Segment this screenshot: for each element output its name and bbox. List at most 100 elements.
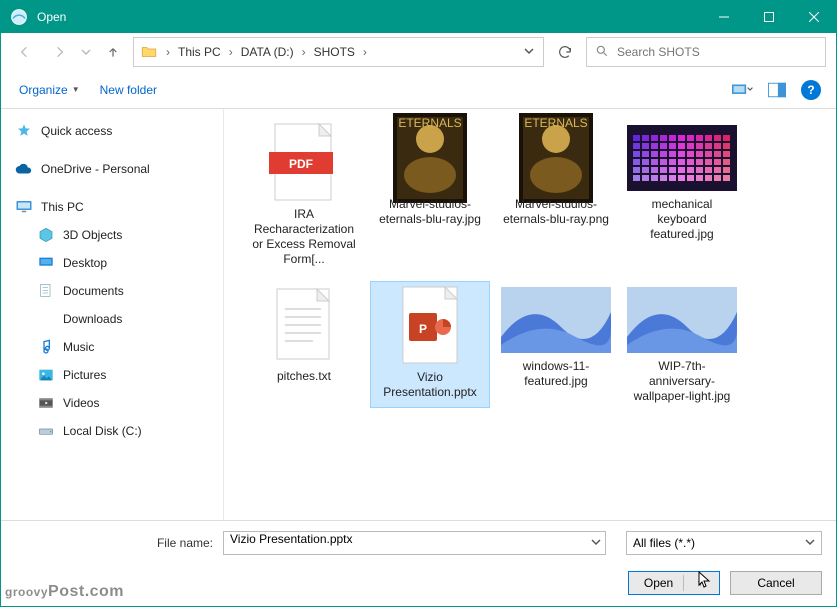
maximize-button[interactable]: [746, 1, 791, 33]
file-item[interactable]: pitches.txt: [244, 281, 364, 408]
sidebar-label: OneDrive - Personal: [41, 162, 150, 176]
chevron-right-icon[interactable]: ›: [227, 45, 235, 59]
sidebar-item-documents[interactable]: Documents: [1, 277, 223, 305]
nav-row: › This PC › DATA (D:) › SHOTS ›: [1, 33, 836, 71]
file-name: windows-11-featured.jpg: [500, 359, 612, 389]
file-list[interactable]: PDF IRA Recharacterization or Excess Remo…: [223, 109, 836, 520]
chevron-right-icon[interactable]: ›: [300, 45, 308, 59]
documents-icon: [37, 282, 55, 300]
file-name: IRA Recharacterization or Excess Removal…: [248, 207, 360, 267]
file-name: Marvel-studios-eternals-blu-ray.png: [500, 197, 612, 227]
up-button[interactable]: [99, 38, 127, 66]
chevron-down-icon[interactable]: [591, 536, 601, 550]
file-item[interactable]: ETERNALS Marvel-studios-eternals-blu-ray.…: [370, 119, 490, 271]
svg-text:ETERNALS: ETERNALS: [398, 116, 461, 130]
view-button[interactable]: [730, 77, 756, 103]
sidebar-label: Pictures: [63, 368, 106, 382]
svg-text:PDF: PDF: [289, 157, 313, 171]
folder-icon: [138, 41, 160, 63]
dialog-title: Open: [37, 10, 701, 24]
search-input[interactable]: [617, 45, 817, 59]
file-name: WIP-7th-anniversary-wallpaper-light.jpg: [626, 359, 738, 404]
filename-value: Vizio Presentation.pptx: [230, 532, 353, 546]
file-item[interactable]: mechanical keyboard featured.jpg: [622, 119, 742, 271]
open-dialog: Open › This PC › DATA (D:) › SHOTS ›: [0, 0, 837, 607]
sidebar-item-onedrive[interactable]: OneDrive - Personal: [1, 155, 223, 183]
sidebar-item-pictures[interactable]: Pictures: [1, 361, 223, 389]
cancel-button[interactable]: Cancel: [730, 571, 822, 595]
sidebar-label: 3D Objects: [63, 228, 122, 242]
sidebar-item-3d-objects[interactable]: 3D Objects: [1, 221, 223, 249]
sidebar-label: Videos: [63, 396, 99, 410]
chevron-right-icon[interactable]: ›: [361, 45, 369, 59]
dialog-body: Quick access OneDrive - Personal This PC…: [1, 109, 836, 520]
sidebar-label: Local Disk (C:): [63, 424, 142, 438]
sidebar-item-downloads[interactable]: Downloads: [1, 305, 223, 333]
sidebar-item-this-pc[interactable]: This PC: [1, 193, 223, 221]
file-item[interactable]: PVizio Presentation.pptx: [370, 281, 490, 408]
filename-combobox[interactable]: Vizio Presentation.pptx: [223, 531, 606, 555]
file-type-filter[interactable]: All files (*.*): [626, 531, 822, 555]
new-folder-label: New folder: [100, 83, 157, 97]
organize-button[interactable]: Organize ▼: [13, 79, 86, 101]
file-name: Marvel-studios-eternals-blu-ray.jpg: [374, 197, 486, 227]
file-name: mechanical keyboard featured.jpg: [626, 197, 738, 242]
back-button[interactable]: [11, 38, 39, 66]
videos-icon: [37, 394, 55, 412]
sidebar-item-quick-access[interactable]: Quick access: [1, 117, 223, 145]
sidebar-item-videos[interactable]: Videos: [1, 389, 223, 417]
svg-text:P: P: [419, 322, 427, 336]
breadcrumb-item[interactable]: SHOTS: [308, 45, 361, 59]
sidebar-item-local-disk-c[interactable]: Local Disk (C:): [1, 417, 223, 445]
breadcrumb-item[interactable]: This PC: [172, 45, 227, 59]
sidebar-label: Quick access: [41, 124, 112, 138]
refresh-button[interactable]: [550, 38, 580, 66]
search-icon: [595, 44, 609, 61]
app-icon: [9, 7, 29, 27]
file-item[interactable]: WIP-7th-anniversary-wallpaper-light.jpg: [622, 281, 742, 408]
sidebar-label: This PC: [41, 200, 84, 214]
file-item[interactable]: PDF IRA Recharacterization or Excess Remo…: [244, 119, 364, 271]
new-folder-button[interactable]: New folder: [94, 79, 163, 101]
cloud-icon: [15, 160, 33, 178]
recent-locations-button[interactable]: [79, 38, 93, 66]
file-name: pitches.txt: [277, 369, 331, 384]
cube-icon: [37, 226, 55, 244]
cancel-label: Cancel: [757, 576, 794, 590]
organize-label: Organize: [19, 83, 68, 97]
file-item[interactable]: ETERNALS Marvel-studios-eternals-blu-ray.…: [496, 119, 616, 271]
sidebar-label: Downloads: [63, 312, 122, 326]
search-box[interactable]: [586, 37, 826, 67]
sidebar-label: Desktop: [63, 256, 107, 270]
file-item[interactable]: windows-11-featured.jpg: [496, 281, 616, 408]
minimize-button[interactable]: [701, 1, 746, 33]
open-label: Open: [644, 576, 673, 590]
filter-value: All files (*.*): [633, 536, 695, 550]
cursor-icon: [698, 571, 712, 592]
breadcrumb-dropdown[interactable]: [519, 45, 539, 59]
sidebar-item-music[interactable]: Music: [1, 333, 223, 361]
desktop-icon: [37, 254, 55, 272]
breadcrumb[interactable]: › This PC › DATA (D:) › SHOTS ›: [133, 37, 544, 67]
bottom-panel: File name: Vizio Presentation.pptx All f…: [1, 520, 836, 606]
toolbar: Organize ▼ New folder ?: [1, 71, 836, 109]
sidebar-item-desktop[interactable]: Desktop: [1, 249, 223, 277]
music-icon: [37, 338, 55, 356]
pictures-icon: [37, 366, 55, 384]
drive-icon: [37, 422, 55, 440]
chevron-down-icon: ▼: [72, 85, 80, 94]
sidebar-label: Music: [63, 340, 94, 354]
close-button[interactable]: [791, 1, 836, 33]
filename-label: File name:: [15, 536, 213, 550]
svg-text:ETERNALS: ETERNALS: [524, 116, 587, 130]
titlebar: Open: [1, 1, 836, 33]
navigation-pane[interactable]: Quick access OneDrive - Personal This PC…: [1, 109, 223, 520]
breadcrumb-item[interactable]: DATA (D:): [235, 45, 300, 59]
forward-button[interactable]: [45, 38, 73, 66]
monitor-icon: [15, 198, 33, 216]
chevron-right-icon[interactable]: ›: [164, 45, 172, 59]
preview-pane-button[interactable]: [764, 77, 790, 103]
help-button[interactable]: ?: [798, 77, 824, 103]
sidebar-label: Documents: [63, 284, 124, 298]
watermark: groovyPost.com: [5, 576, 124, 602]
